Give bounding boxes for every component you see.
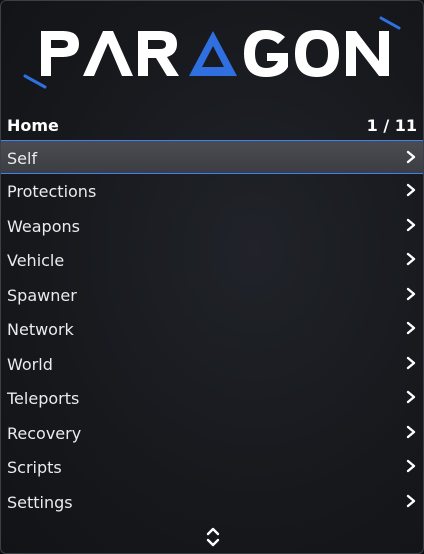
chevron-right-icon (406, 356, 416, 369)
chevron-right-icon (406, 183, 416, 197)
menu-item-label: Settings (7, 492, 73, 512)
menu-item-label: Vehicle (7, 251, 65, 270)
menu-item-label: Spawner (7, 285, 77, 305)
menu-item-vehicle[interactable]: Vehicle (1, 243, 423, 278)
menu-item-network[interactable]: Network (1, 312, 423, 347)
chevron-right-icon (406, 390, 416, 404)
menu-item-label: Recovery (7, 423, 82, 443)
page-indicator: 1 / 11 (366, 116, 417, 135)
menu-item-scripts[interactable]: Scripts (1, 450, 423, 485)
page-title: Home (7, 116, 59, 135)
menu-item-protections[interactable]: Protections (1, 174, 423, 209)
paragon-logo (23, 16, 401, 89)
menu-item-weapons[interactable]: Weapons (1, 209, 423, 244)
menu-item-teleports[interactable]: Teleports (1, 381, 423, 416)
menu-item-label: World (7, 354, 53, 374)
menu-item-label: Weapons (7, 216, 80, 236)
chevron-right-icon (406, 218, 416, 231)
menu-item-settings[interactable]: Settings (1, 485, 423, 520)
chevron-right-icon (406, 150, 416, 164)
menu-subheader: Home 1 / 11 (1, 113, 423, 139)
menu-item-self[interactable]: Self (1, 140, 423, 174)
chevron-right-icon (406, 425, 416, 438)
menu-items: Self Protections Weapons Vehicle Spawner… (1, 140, 423, 519)
menu-item-label: Protections (7, 182, 97, 201)
menu-item-recovery[interactable]: Recovery (1, 416, 423, 451)
menu-item-label: Scripts (7, 458, 62, 477)
up-down-chevron-icon[interactable] (204, 526, 222, 548)
menu-item-label: Self (7, 149, 38, 168)
chevron-right-icon (406, 252, 416, 266)
menu-item-label: Teleports (7, 389, 80, 408)
trainer-menu: Home 1 / 11 Self Protections Weapons Veh… (0, 0, 424, 554)
chevron-right-icon (406, 321, 416, 335)
menu-item-spawner[interactable]: Spawner (1, 278, 423, 313)
chevron-right-icon (406, 459, 416, 473)
menu-item-label: Network (7, 320, 74, 339)
chevron-right-icon (406, 494, 416, 507)
menu-item-world[interactable]: World (1, 347, 423, 382)
menu-header (1, 1, 423, 109)
chevron-right-icon (406, 287, 416, 300)
